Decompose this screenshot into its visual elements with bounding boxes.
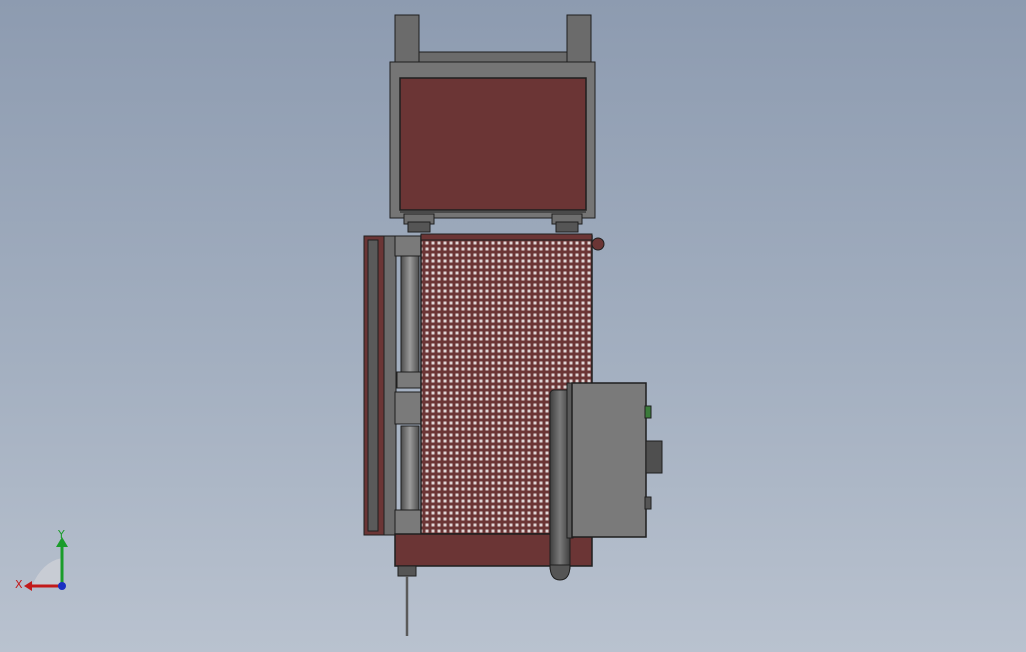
lower-bracket	[394, 509, 422, 535]
upper-cylinder-end	[396, 371, 422, 389]
control-box-indicator	[644, 496, 652, 510]
y-axis-label: Y	[57, 530, 65, 541]
left-frame-post	[383, 235, 397, 536]
upper-box-red-panel	[399, 77, 587, 211]
cad-model-viewport[interactable]	[0, 0, 1026, 652]
control-box-switch[interactable]	[645, 440, 663, 474]
connector-nut	[397, 565, 417, 577]
triad-plane-shading	[32, 558, 62, 586]
control-box-assembly[interactable]	[549, 382, 663, 581]
bottom-connector	[397, 565, 417, 636]
top-frame-assembly[interactable]	[389, 14, 596, 219]
x-axis-arrowhead	[24, 581, 32, 591]
x-axis-label: X	[15, 578, 23, 591]
left-door-assembly[interactable]	[363, 235, 422, 536]
middle-bracket	[394, 391, 422, 425]
z-axis-dot	[58, 582, 66, 590]
lower-cylinder-rod	[400, 425, 420, 513]
upper-bracket	[394, 235, 422, 257]
upper-cylinder-rod	[400, 255, 420, 375]
control-box-green-light	[644, 405, 652, 419]
perforated-panel-top-rim	[420, 233, 593, 241]
pipe-elbow	[549, 564, 571, 581]
left-clamp-wheel	[407, 221, 431, 233]
coordinate-triad: Y X	[15, 530, 68, 591]
left-door-inner-strip	[367, 239, 379, 532]
side-knob[interactable]	[591, 237, 605, 251]
control-box	[571, 382, 647, 538]
right-clamp-wheel	[555, 221, 579, 233]
